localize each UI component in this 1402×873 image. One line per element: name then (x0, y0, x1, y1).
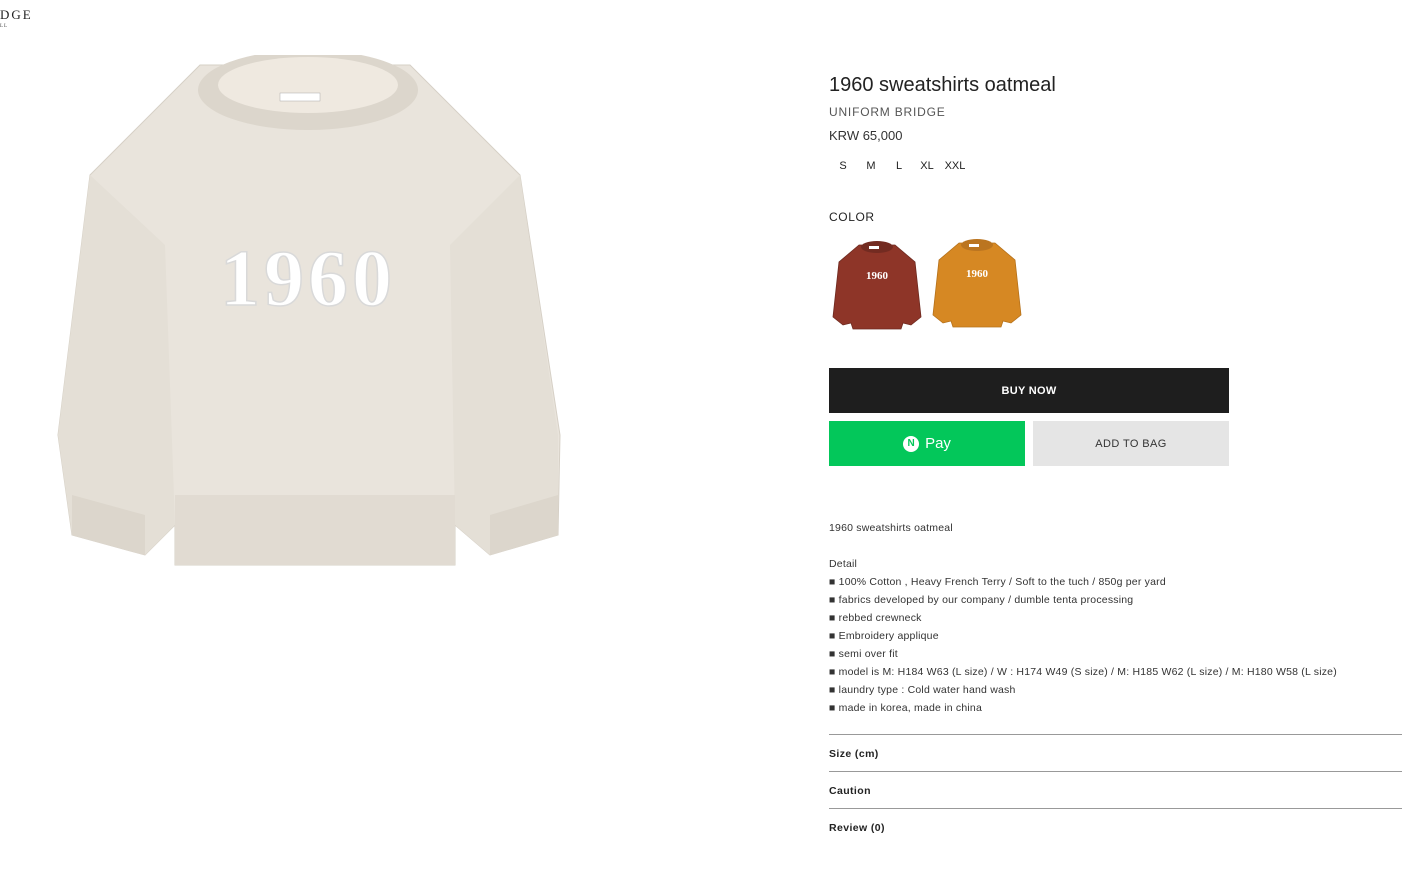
size-selector: S M L XL XXL (829, 159, 1402, 173)
color-swatch-brick[interactable]: 1960 (829, 237, 925, 333)
size-option-xxl[interactable]: XXL (941, 159, 969, 173)
add-to-bag-button[interactable]: ADD TO BAG (1033, 421, 1229, 466)
detail-bullet: ■ made in korea, made in china (829, 702, 983, 714)
product-info-panel: 1960 sweatshirts oatmeal UNIFORM BRIDGE … (829, 72, 1402, 834)
size-option-m[interactable]: M (857, 159, 885, 173)
brand-logo[interactable]: DGE (0, 8, 33, 22)
color-options: 1960 1960 (829, 237, 1029, 333)
detail-bullet: ■ semi over fit (829, 648, 898, 660)
naver-pay-icon: N (903, 435, 920, 452)
color-swatch-orange[interactable]: 1960 (929, 237, 1025, 333)
accordion-caution[interactable]: Caution (829, 771, 1402, 808)
sweatshirt-graphic-text: 1960 (220, 235, 396, 323)
detail-bullet: ■ Embroidery applique (829, 630, 939, 642)
detail-bullet: ■ model is M: H184 W63 (L size) / W : H1… (829, 666, 1337, 678)
size-option-s[interactable]: S (829, 159, 857, 173)
accordion-size[interactable]: Size (cm) (829, 734, 1402, 771)
size-option-xl[interactable]: XL (913, 159, 941, 173)
detail-bullet: ■ rebbed crewneck (829, 612, 922, 624)
naver-pay-label: Pay (925, 435, 951, 452)
product-price: KRW 65,000 (829, 128, 903, 143)
product-main-image: 1960 (57, 55, 561, 566)
description-intro: 1960 sweatshirts oatmeal (829, 522, 953, 534)
swatch-graphic-text: 1960 (966, 268, 989, 280)
detail-bullet: ■ laundry type : Cold water hand wash (829, 684, 1016, 696)
buy-now-button[interactable]: BUY NOW (829, 368, 1229, 413)
swatch-graphic-text: 1960 (866, 270, 889, 282)
accordion-review[interactable]: Review (0) (829, 808, 1402, 845)
product-title: 1960 sweatshirts oatmeal (829, 74, 1056, 96)
product-brand[interactable]: UNIFORM BRIDGE (829, 105, 1402, 119)
detail-heading: Detail (829, 558, 858, 570)
naver-pay-button[interactable]: N Pay (829, 421, 1025, 466)
product-accordion: Size (cm) Caution Review (0) (829, 734, 1402, 845)
brand-logo-subtitle: LL (0, 24, 9, 29)
size-option-l[interactable]: L (885, 159, 913, 173)
detail-bullet: ■ fabrics developed by our company / dum… (829, 594, 1134, 606)
product-description: 1960 sweatshirts oatmeal Detail ■ 100% C… (829, 519, 1402, 717)
color-label: COLOR (829, 210, 875, 224)
detail-bullet: ■ 100% Cotton , Heavy French Terry / Sof… (829, 576, 1166, 588)
